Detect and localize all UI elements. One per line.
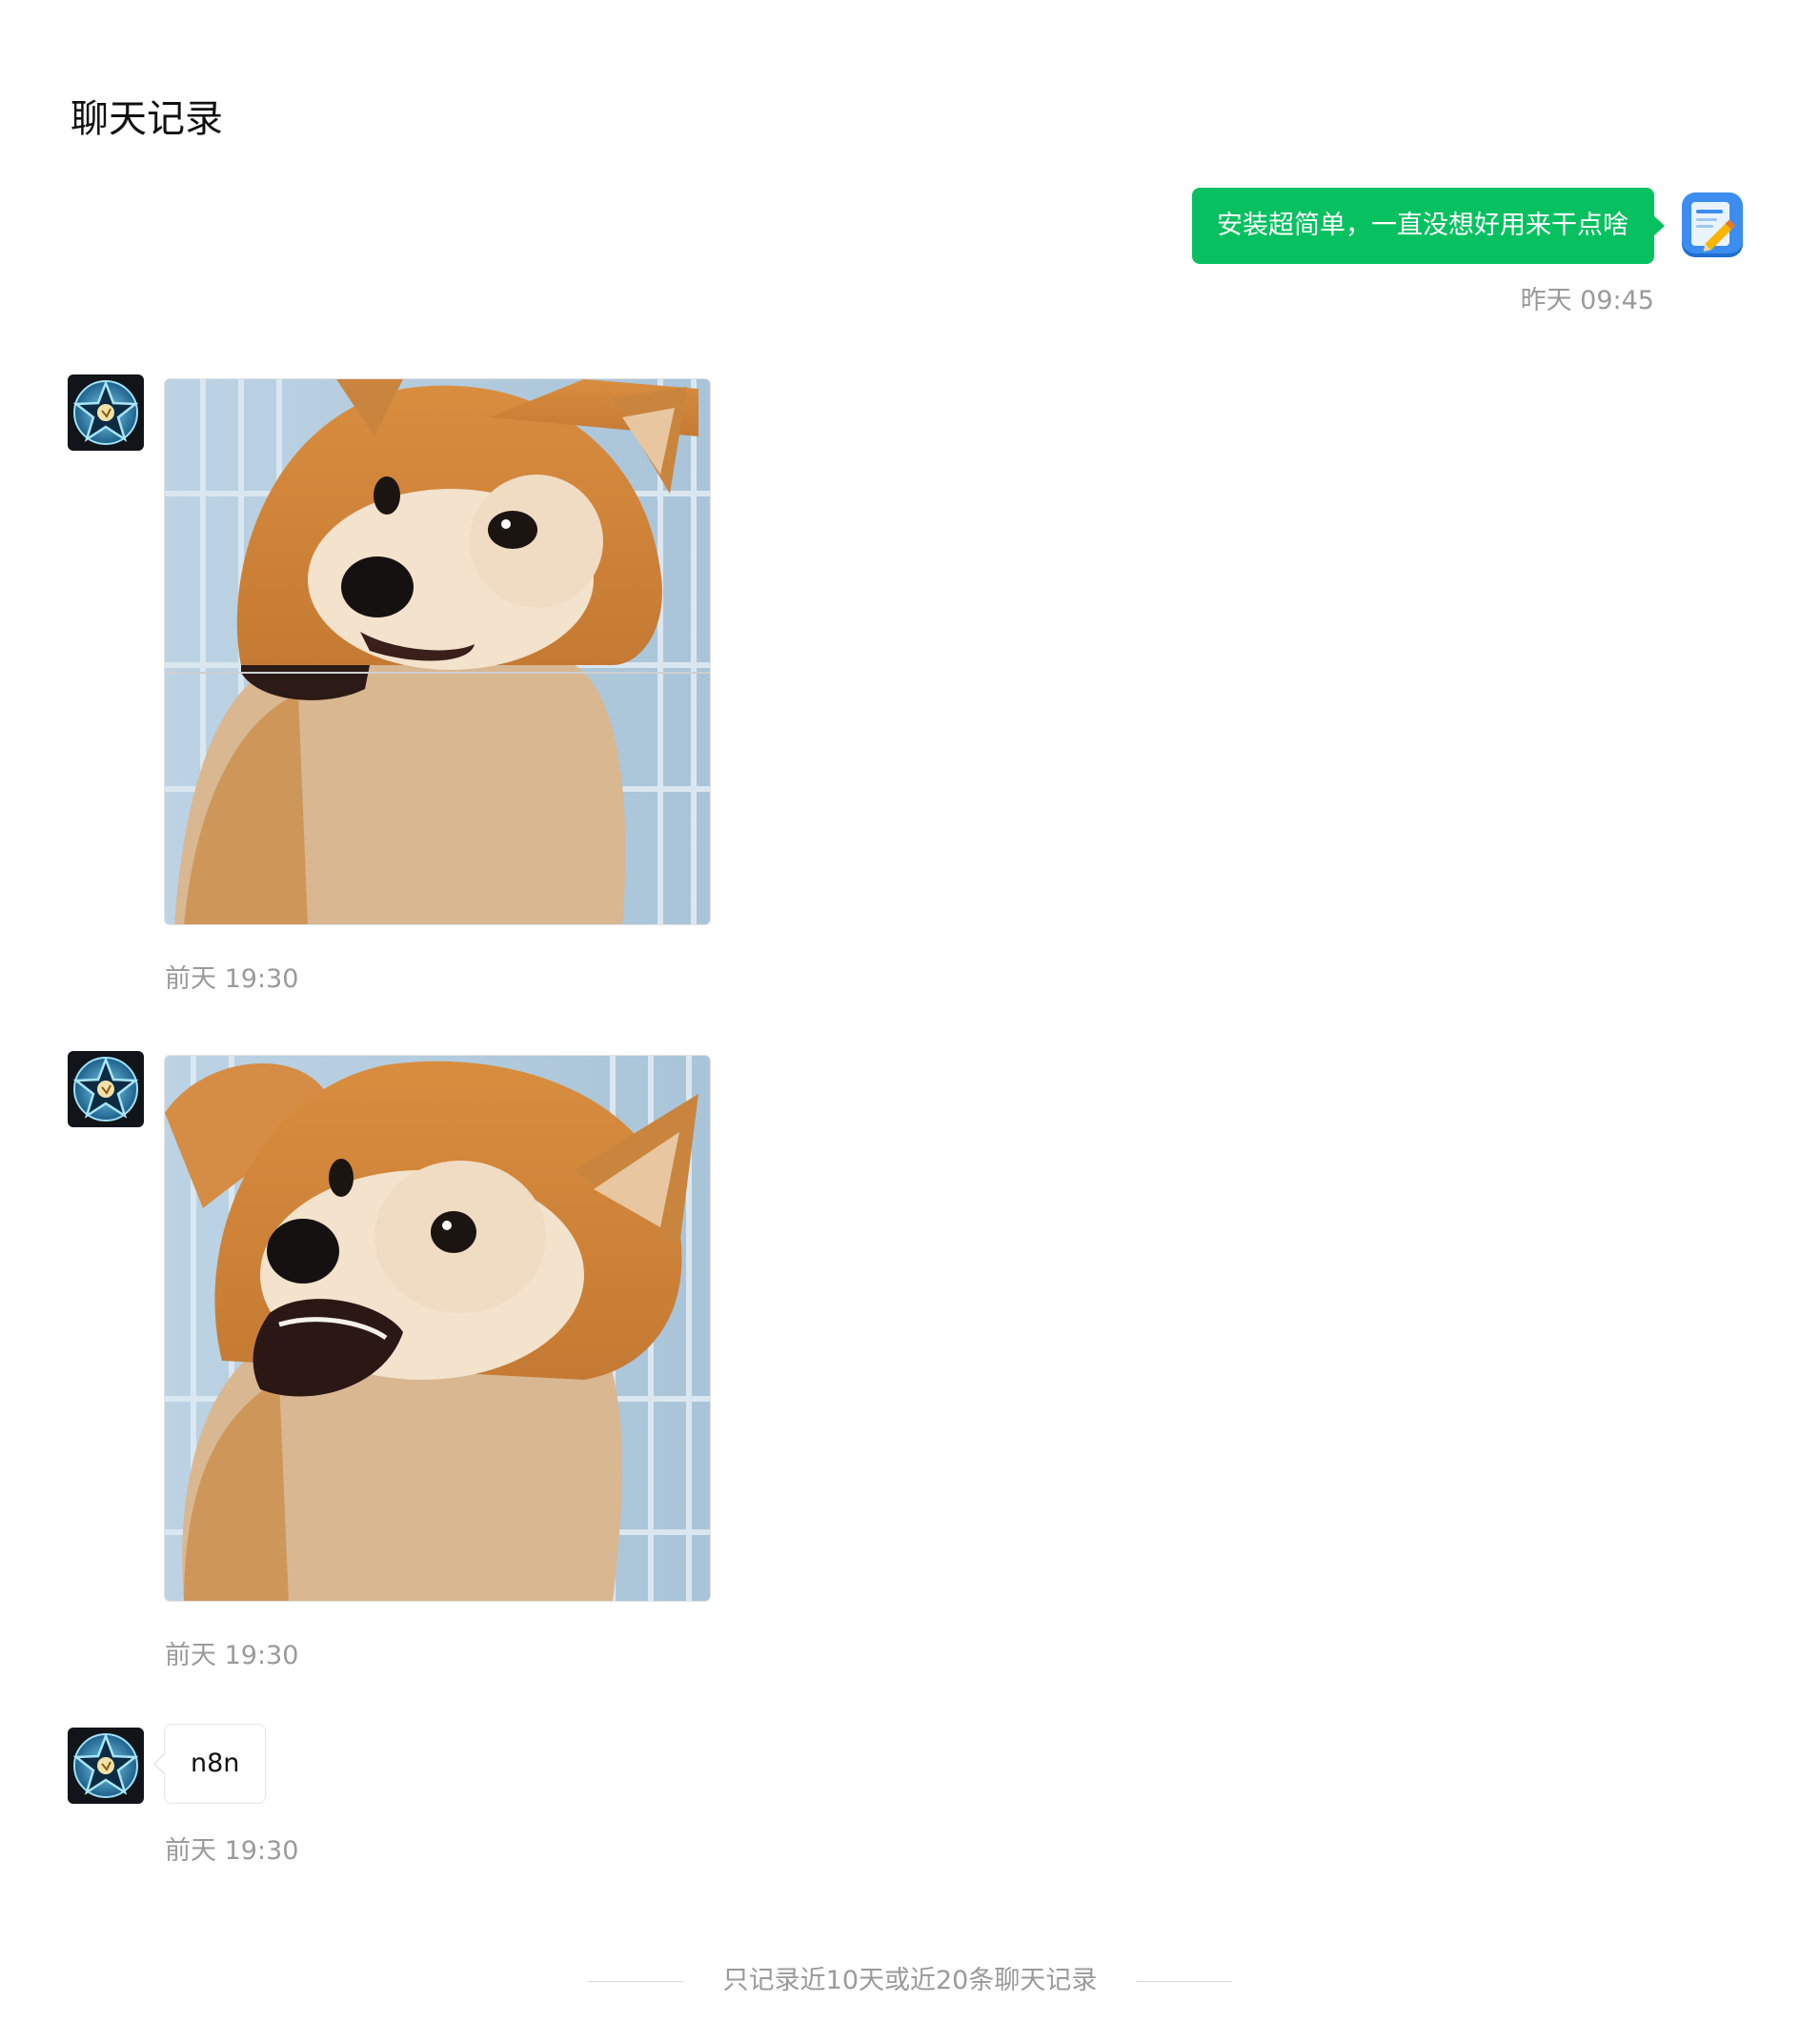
footer-text: 只记录近10天或近20条聊天记录 — [722, 1966, 1098, 1995]
divider-line — [587, 1980, 683, 1982]
page-title: 聊天记录 — [71, 96, 223, 141]
outgoing-message-bubble[interactable]: 安装超简单，一直没想好用来干点啥 — [1192, 188, 1665, 264]
message-timestamp: 前天 19:30 — [165, 1836, 299, 1866]
shiba-sticker-image[interactable] — [164, 1055, 711, 1602]
divider-line — [1137, 1980, 1233, 1982]
notepad-pencil-icon[interactable] — [1678, 191, 1749, 261]
message-timestamp: 昨天 09:45 — [1520, 286, 1654, 315]
star-emblem-icon[interactable] — [68, 374, 144, 451]
star-emblem-icon[interactable] — [68, 1051, 144, 1127]
message-timestamp: 前天 19:30 — [165, 964, 299, 994]
message-timestamp: 前天 19:30 — [165, 1641, 299, 1670]
shiba-sticker-image[interactable] — [164, 378, 711, 925]
incoming-message-bubble[interactable]: n8n — [152, 1724, 267, 1804]
history-limit-note: 只记录近10天或近20条聊天记录 — [0, 1960, 1820, 2002]
star-emblem-icon[interactable] — [68, 1728, 144, 1804]
